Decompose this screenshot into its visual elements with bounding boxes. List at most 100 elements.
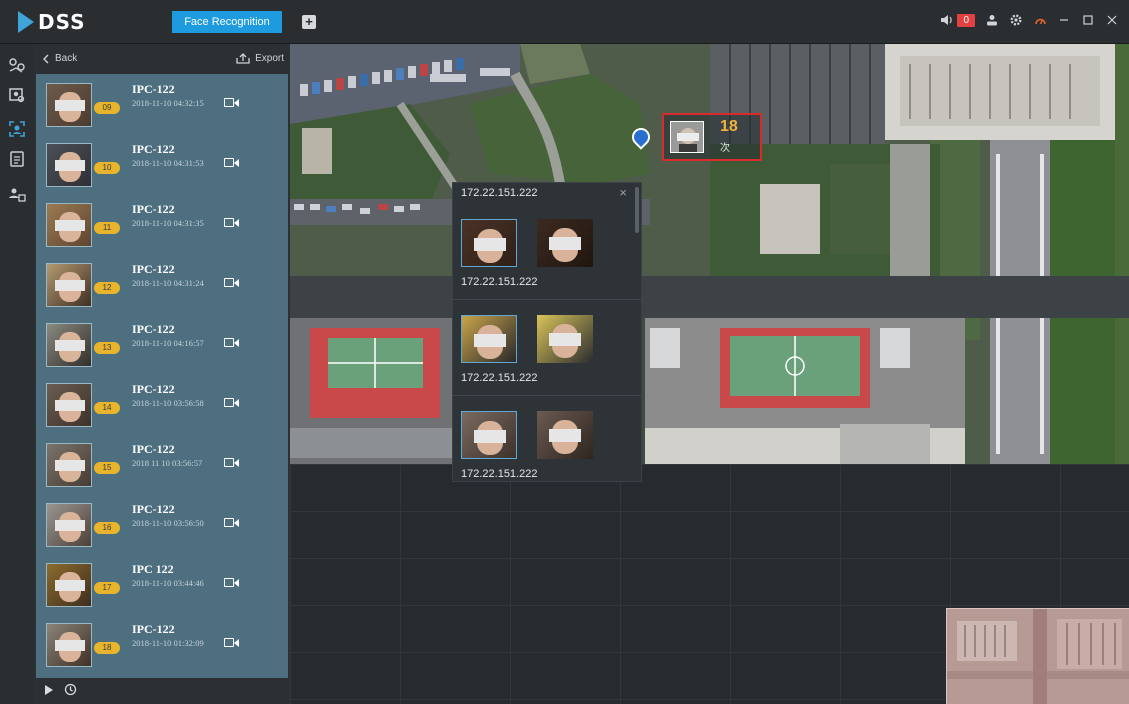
record-timestamp: 2018-11-10 04:32:15 <box>132 98 204 108</box>
left-nav <box>0 44 34 704</box>
record-item[interactable]: 11 IPC-122 2018-11-10 04:31:35 <box>36 195 288 255</box>
popup-capture-group: 172.22.151.222 <box>453 395 641 491</box>
record-index-badge: 12 <box>94 282 120 294</box>
video-playback-icon[interactable] <box>224 277 240 289</box>
video-playback-icon[interactable] <box>224 157 240 169</box>
video-playback-icon[interactable] <box>224 637 240 649</box>
record-list[interactable]: 09 IPC-122 2018-11-10 04:32:15 10 IPC-122 201… <box>36 74 288 678</box>
video-playback-icon[interactable] <box>224 337 240 349</box>
popup-title: 172.22.151.222 <box>461 187 538 199</box>
logo-mark-icon <box>18 11 34 33</box>
back-button[interactable]: Back <box>42 53 77 64</box>
video-playback-icon[interactable] <box>224 397 240 409</box>
popup-face-capture[interactable] <box>461 219 517 267</box>
app-logo: DSS <box>18 9 86 35</box>
face-recognition-icon[interactable] <box>8 120 26 138</box>
record-face-thumbnail[interactable] <box>46 383 92 427</box>
record-index-badge: 10 <box>94 162 120 174</box>
record-timestamp: 2018-11-10 03:44:46 <box>132 578 204 588</box>
record-face-thumbnail[interactable] <box>46 203 92 247</box>
record-timestamp: 2018-11-10 03:56:50 <box>132 518 204 528</box>
tab-face-recognition[interactable]: Face Recognition <box>172 11 282 33</box>
alarm-count-badge[interactable]: 0 <box>957 13 975 27</box>
video-playback-icon[interactable] <box>224 457 240 469</box>
record-index-badge: 14 <box>94 402 120 414</box>
record-item[interactable]: 14 IPC-122 2018-11-10 03:56:58 <box>36 375 288 435</box>
record-item[interactable]: 16 IPC-122 2018-11-10 03:56:50 <box>36 495 288 555</box>
video-playback-icon[interactable] <box>224 97 240 109</box>
history-icon[interactable] <box>64 683 77 699</box>
report-icon[interactable] <box>8 150 26 168</box>
face-search-icon[interactable] <box>8 86 26 104</box>
popup-group-ip: 172.22.151.222 <box>461 468 538 480</box>
record-device-name: IPC-122 <box>132 382 175 396</box>
close-window-icon[interactable] <box>1105 13 1119 27</box>
record-index-badge: 11 <box>94 222 120 234</box>
popup-face-capture[interactable] <box>461 315 517 363</box>
record-face-thumbnail[interactable] <box>46 83 92 127</box>
marker-face-thumbnail <box>670 121 704 153</box>
gear-icon[interactable] <box>1009 13 1023 27</box>
record-timestamp: 2018-11-10 03:56:58 <box>132 398 204 408</box>
aerial-map-image <box>290 44 1129 464</box>
maximize-icon[interactable] <box>1081 13 1095 27</box>
popup-divider <box>453 299 641 300</box>
popup-face-match[interactable] <box>537 315 593 363</box>
popup-divider <box>453 395 641 396</box>
record-timestamp: 2018 11 10 03:56:57 <box>132 458 203 468</box>
panel-header: Back Export <box>34 44 290 74</box>
record-face-thumbnail[interactable] <box>46 143 92 187</box>
record-item[interactable]: 15 IPC-122 2018 11 10 03:56:57 <box>36 435 288 495</box>
record-item[interactable]: 13 IPC-122 2018-11-10 04:16:57 <box>36 315 288 375</box>
close-icon[interactable]: × <box>619 185 627 200</box>
record-timestamp: 2018-11-10 04:31:35 <box>132 218 204 228</box>
record-index-badge: 09 <box>94 102 120 114</box>
video-playback-icon[interactable] <box>224 217 240 229</box>
video-playback-icon[interactable] <box>224 577 240 589</box>
record-item[interactable]: 17 IPC 122 2018-11-10 03:44:46 <box>36 555 288 615</box>
map-route-icon[interactable] <box>8 56 26 74</box>
user-icon[interactable] <box>985 13 999 27</box>
face-capture-marker[interactable]: 18 次 <box>662 113 762 161</box>
chevron-left-icon <box>43 54 49 63</box>
popup-face-match[interactable] <box>537 411 593 459</box>
record-face-thumbnail[interactable] <box>46 443 92 487</box>
record-face-thumbnail[interactable] <box>46 263 92 307</box>
title-bar: DSS Face Recognition + 0 <box>0 0 1129 44</box>
record-item[interactable]: 18 IPC-122 2018-11-10 01:32:09 <box>36 615 288 675</box>
record-device-name: IPC 122 <box>132 562 174 576</box>
record-item[interactable]: 10 IPC-122 2018-11-10 04:31:53 <box>36 135 288 195</box>
popup-capture-group: 172.22.151.222 <box>453 299 641 395</box>
minimize-icon[interactable] <box>1057 13 1071 27</box>
popup-face-match[interactable] <box>537 219 593 267</box>
video-playback-icon[interactable] <box>224 517 240 529</box>
aerial-map[interactable] <box>290 44 1129 464</box>
minimap-image <box>947 609 1129 704</box>
record-index-badge: 18 <box>94 642 120 654</box>
add-tab-icon[interactable]: + <box>302 15 316 29</box>
record-device-name: IPC-122 <box>132 82 175 96</box>
minimap[interactable] <box>946 608 1129 704</box>
record-device-name: IPC-122 <box>132 142 175 156</box>
record-index-badge: 16 <box>94 522 120 534</box>
person-list-icon[interactable] <box>8 186 26 204</box>
face-detail-popup: 172.22.151.222 × 172.22.151.222 172.22.15… <box>452 182 642 482</box>
popup-face-capture[interactable] <box>461 411 517 459</box>
record-face-thumbnail[interactable] <box>46 323 92 367</box>
record-timestamp: 2018-11-10 04:31:24 <box>132 278 204 288</box>
record-item[interactable]: 12 IPC-122 2018-11-10 04:31:24 <box>36 255 288 315</box>
record-index-badge: 15 <box>94 462 120 474</box>
play-icon[interactable] <box>44 684 54 699</box>
record-timestamp: 2018-11-10 04:31:53 <box>132 158 204 168</box>
performance-gauge-icon[interactable] <box>1033 13 1047 27</box>
record-face-thumbnail[interactable] <box>46 503 92 547</box>
record-face-thumbnail[interactable] <box>46 623 92 667</box>
record-device-name: IPC-122 <box>132 622 175 636</box>
record-face-thumbnail[interactable] <box>46 563 92 607</box>
export-button[interactable]: Export <box>236 53 284 64</box>
face-record-panel: Back Export 09 IPC-122 2018-11-10 04:32:15… <box>34 44 290 704</box>
record-item[interactable]: 09 IPC-122 2018-11-10 04:32:15 <box>36 75 288 135</box>
record-timestamp: 2018-11-10 01:32:09 <box>132 638 204 648</box>
record-index-badge: 13 <box>94 342 120 354</box>
speaker-icon[interactable] <box>939 13 953 27</box>
